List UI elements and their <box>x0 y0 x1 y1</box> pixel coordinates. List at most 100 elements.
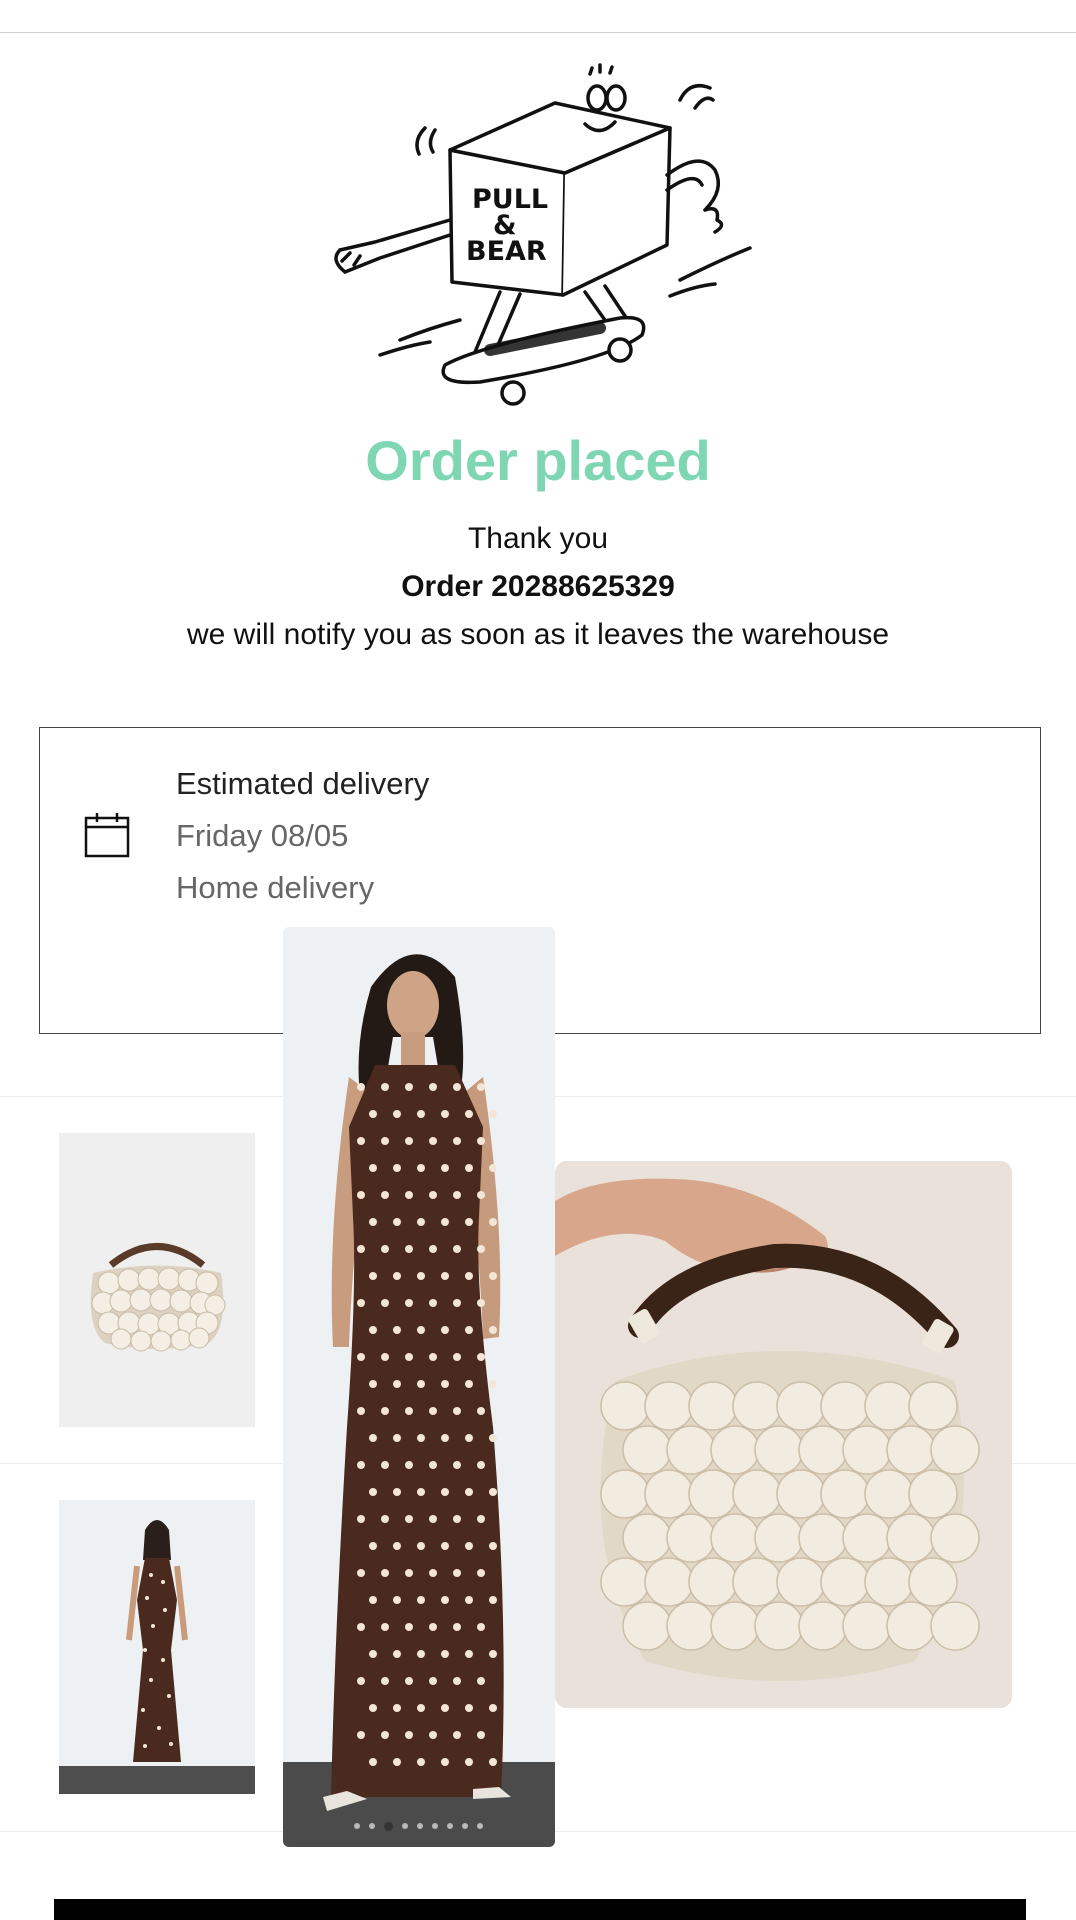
shell-disc <box>644 1469 694 1519</box>
polka-dot <box>381 1353 389 1361</box>
shell-disc <box>842 1425 892 1475</box>
pagination-dot[interactable] <box>432 1823 438 1829</box>
polka-dot <box>477 1299 485 1307</box>
polka-dot <box>441 1110 449 1118</box>
polka-dot <box>429 1569 437 1577</box>
dress-model-image <box>283 927 555 1847</box>
shell-disc <box>908 1381 958 1431</box>
polka-dot <box>369 1164 377 1172</box>
polka-dot <box>405 1569 413 1577</box>
polka-dot <box>381 1137 389 1145</box>
polka-dot <box>381 1407 389 1415</box>
polka-dot <box>477 1623 485 1631</box>
polka-dot <box>489 1272 497 1280</box>
continue-shopping-button[interactable] <box>54 1899 1026 1920</box>
polka-dot <box>357 1137 365 1145</box>
polka-dot <box>357 1461 365 1469</box>
pagination-dot[interactable] <box>384 1821 393 1831</box>
shell-disc <box>688 1381 738 1431</box>
polka-dot <box>453 1677 461 1685</box>
shell-disc <box>886 1601 936 1651</box>
polka-dot <box>429 1461 437 1469</box>
thank-you-text: Thank you <box>467 522 609 555</box>
pagination-dot[interactable] <box>417 1823 423 1829</box>
polka-dot <box>417 1488 425 1496</box>
polka-dot <box>357 1731 365 1739</box>
pagination-dot[interactable] <box>462 1823 468 1829</box>
delivery-date: Friday 08/05 <box>176 818 349 853</box>
pagination-dot[interactable] <box>402 1823 408 1829</box>
polka-dot <box>357 1677 365 1685</box>
polka-dot <box>357 1353 365 1361</box>
dress-image <box>59 1500 255 1794</box>
estimated-delivery-label: Estimated delivery <box>176 766 430 801</box>
polka-dot <box>417 1218 425 1226</box>
polka-dot <box>405 1407 413 1415</box>
polka-dot <box>381 1245 389 1253</box>
order-item-thumbnail-dress[interactable] <box>59 1500 255 1794</box>
shell-disc <box>820 1381 870 1431</box>
pagination-dot[interactable] <box>477 1823 483 1829</box>
polka-dot <box>489 1650 497 1658</box>
polka-dot <box>405 1083 413 1091</box>
polka-dot <box>441 1380 449 1388</box>
polka-dot <box>465 1596 473 1604</box>
polka-dot <box>477 1569 485 1577</box>
polka-dot <box>357 1623 365 1631</box>
shell-disc <box>798 1425 848 1475</box>
polka-dot <box>441 1488 449 1496</box>
shell-disc <box>622 1513 672 1563</box>
polka-dot <box>429 1515 437 1523</box>
shell-disc <box>864 1469 914 1519</box>
shell-disc <box>644 1381 694 1431</box>
polka-dot <box>393 1650 401 1658</box>
polka-dot <box>477 1677 485 1685</box>
polka-dot <box>441 1434 449 1442</box>
shell-disc <box>754 1601 804 1651</box>
gallery-pagination[interactable] <box>354 1820 494 1832</box>
product-gallery-image-dress[interactable] <box>283 927 555 1847</box>
polka-dot <box>417 1110 425 1118</box>
polka-dot <box>477 1245 485 1253</box>
polka-dot <box>381 1461 389 1469</box>
shell-disc <box>710 1601 760 1651</box>
pagination-dot[interactable] <box>354 1823 360 1829</box>
order-item-thumbnail-handbag[interactable] <box>59 1133 255 1427</box>
shell-disc <box>600 1469 650 1519</box>
shell-disc <box>622 1601 672 1651</box>
shell-disc <box>798 1513 848 1563</box>
polka-dot <box>429 1299 437 1307</box>
polka-dot <box>465 1758 473 1766</box>
pagination-dot[interactable] <box>447 1823 453 1829</box>
polka-dot <box>405 1245 413 1253</box>
polka-dot <box>393 1434 401 1442</box>
polka-dot <box>441 1164 449 1172</box>
polka-dot <box>357 1407 365 1415</box>
polka-dot <box>489 1758 497 1766</box>
polka-dot <box>381 1299 389 1307</box>
product-gallery-image-handbag[interactable] <box>555 1161 1012 1708</box>
polka-dot <box>369 1272 377 1280</box>
skateboard-box-mascot-illustration: PULL & BEAR <box>334 63 752 406</box>
polka-dot <box>465 1380 473 1388</box>
polka-dot <box>489 1326 497 1334</box>
polka-dot <box>453 1461 461 1469</box>
polka-dot <box>405 1137 413 1145</box>
polka-dot <box>357 1515 365 1523</box>
polka-dot <box>405 1353 413 1361</box>
header-divider <box>0 32 1076 33</box>
logo-line-bear: BEAR <box>466 236 547 267</box>
polka-dot <box>369 1758 377 1766</box>
pagination-dot[interactable] <box>369 1823 375 1829</box>
polka-dot <box>393 1110 401 1118</box>
shell-disc <box>930 1425 980 1475</box>
polka-dot <box>465 1650 473 1658</box>
polka-dot <box>381 1623 389 1631</box>
shell-disc <box>820 1557 870 1607</box>
shell-disc <box>908 1557 958 1607</box>
polka-dot <box>489 1596 497 1604</box>
polka-dot <box>393 1488 401 1496</box>
polka-dot <box>441 1542 449 1550</box>
polka-dot <box>393 1704 401 1712</box>
polka-dot <box>489 1164 497 1172</box>
